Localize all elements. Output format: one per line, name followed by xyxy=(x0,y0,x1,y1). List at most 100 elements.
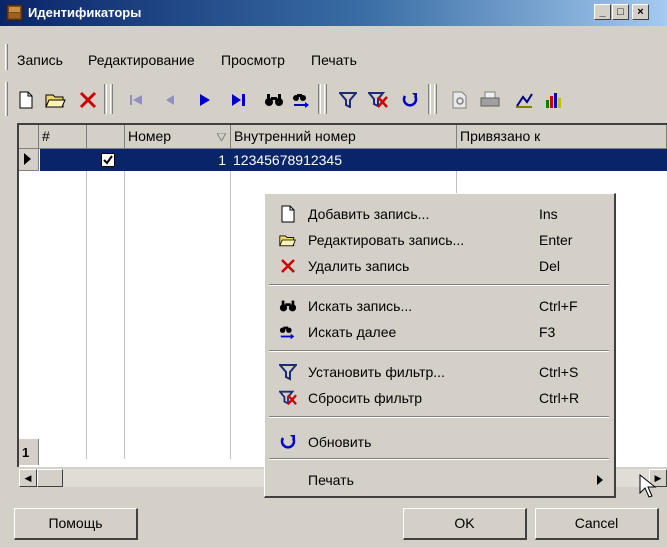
last-record-button[interactable] xyxy=(226,88,250,112)
application-window: Идентификаторы _ □ × Запись Редактирован… xyxy=(0,0,667,547)
menu-item-label: Установить фильтр... xyxy=(308,364,445,380)
menu-item-shortcut: Ins xyxy=(539,206,558,222)
header-number-sign[interactable]: # xyxy=(39,125,87,149)
close-button[interactable]: × xyxy=(632,4,649,20)
header-bound-to[interactable]: Привязано к xyxy=(457,125,667,149)
menu-zapis[interactable]: Запись xyxy=(17,52,63,68)
header-checkbox[interactable] xyxy=(87,125,125,149)
search-button[interactable] xyxy=(262,88,286,112)
next-record-button[interactable] xyxy=(192,88,216,112)
menu-separator xyxy=(269,416,609,418)
edit-record-icon xyxy=(45,94,66,108)
search-icon xyxy=(279,300,297,312)
first-record-button[interactable] xyxy=(124,88,148,112)
menu-item-label: Удалить запись xyxy=(308,258,410,274)
menu-item-shortcut: Del xyxy=(539,258,561,274)
delete-record-icon xyxy=(281,259,295,273)
menu-item-label: Печать xyxy=(308,472,354,488)
menu-item-set-filter[interactable]: Установить фильтр... Ctrl+S xyxy=(265,360,613,384)
checkmark-icon xyxy=(103,155,113,165)
last-record-icon xyxy=(232,94,245,106)
edit-record-icon xyxy=(279,235,296,247)
new-record-button[interactable] xyxy=(14,88,38,112)
menu-separator xyxy=(269,350,609,352)
edit-record-button[interactable] xyxy=(44,88,68,112)
ok-button[interactable]: OK xyxy=(403,508,527,540)
clear-filter-icon xyxy=(368,92,388,108)
toolbar-grip-3[interactable] xyxy=(324,84,327,114)
menu-item-search-next[interactable]: Искать далее F3 xyxy=(265,320,613,344)
menu-item-search-record[interactable]: Искать запись... Ctrl+F xyxy=(265,294,613,318)
toolbar-grip-4[interactable] xyxy=(434,84,437,114)
sort-descending-icon xyxy=(217,133,226,141)
chart-edit-icon xyxy=(516,93,533,108)
cell-internal-number: 12345678912345 xyxy=(233,152,343,168)
title-bar[interactable]: Идентификаторы _ □ × xyxy=(0,0,667,26)
window-title: Идентификаторы xyxy=(28,5,142,20)
toolbar-separator-2 xyxy=(318,84,321,114)
menu-item-label: Искать запись... xyxy=(308,298,413,314)
mouse-cursor-icon xyxy=(639,474,657,498)
menu-separator xyxy=(269,284,609,286)
chart-button[interactable] xyxy=(542,88,566,112)
delete-record-button[interactable] xyxy=(76,88,100,112)
filter-button[interactable] xyxy=(336,88,360,112)
menu-item-add-record[interactable]: Добавить запись... Ins xyxy=(265,202,613,226)
toolbar-separator-3 xyxy=(428,84,431,114)
menu-item-edit-record[interactable]: Редактировать запись... Enter xyxy=(265,228,613,252)
header-nomer[interactable]: Номер xyxy=(125,125,231,149)
context-menu[interactable]: Добавить запись... Ins Редактировать зап… xyxy=(264,193,616,498)
new-record-icon xyxy=(19,91,33,109)
table-row[interactable]: 1 12345678912345 xyxy=(40,149,667,171)
print-button[interactable] xyxy=(478,88,502,112)
row-indicator[interactable] xyxy=(19,149,39,171)
menu-redaktirovanie[interactable]: Редактирование xyxy=(88,52,195,68)
menu-item-shortcut: F3 xyxy=(539,324,556,340)
menu-pechat[interactable]: Печать xyxy=(311,52,357,68)
column-divider xyxy=(230,149,231,459)
menu-item-label: Редактировать запись... xyxy=(308,232,465,248)
menu-item-label: Искать далее xyxy=(308,324,397,340)
help-button[interactable]: Помощь xyxy=(14,508,138,540)
scroll-thumb[interactable] xyxy=(37,469,63,487)
menu-prosmotr[interactable]: Просмотр xyxy=(221,52,285,68)
refresh-button[interactable] xyxy=(398,88,422,112)
menu-item-label: Сбросить фильтр xyxy=(308,390,423,406)
toolbar-grip[interactable] xyxy=(5,82,8,116)
first-record-icon xyxy=(130,95,142,105)
row-checkbox[interactable] xyxy=(101,153,115,167)
scroll-left-button[interactable]: ◀ xyxy=(19,469,37,487)
prev-record-button[interactable] xyxy=(158,88,182,112)
toolbar-grip-2[interactable] xyxy=(110,84,113,114)
maximize-button[interactable]: □ xyxy=(612,4,629,20)
current-row-arrow-icon xyxy=(24,153,31,165)
filter-icon xyxy=(279,364,297,381)
menubar-grip[interactable] xyxy=(5,44,8,70)
menu-item-print[interactable]: Печать xyxy=(265,468,613,492)
menu-item-refresh[interactable]: Обновить xyxy=(265,430,613,454)
clear-filter-button[interactable] xyxy=(366,88,390,112)
record-count: 1 xyxy=(19,439,39,465)
prev-record-icon xyxy=(166,95,174,105)
menu-item-clear-filter[interactable]: Сбросить фильтр Ctrl+R xyxy=(265,386,613,410)
cell-number: 1 xyxy=(218,152,226,168)
header-row-indicator xyxy=(19,125,39,149)
search-next-icon xyxy=(279,326,295,340)
chart-icon xyxy=(546,93,561,108)
menu-item-delete-record[interactable]: Удалить запись Del xyxy=(265,254,613,278)
submenu-arrow-icon xyxy=(597,475,603,485)
scroll-left-icon: ◀ xyxy=(24,473,32,483)
minimize-button[interactable]: _ xyxy=(594,4,611,20)
refresh-icon xyxy=(402,93,418,107)
search-next-button[interactable] xyxy=(290,88,314,112)
print-preview-button[interactable] xyxy=(448,88,472,112)
menu-item-shortcut: Ctrl+R xyxy=(539,390,580,406)
clear-filter-icon xyxy=(279,390,297,406)
filter-icon xyxy=(339,92,357,108)
maximize-icon: □ xyxy=(617,6,624,18)
cancel-button[interactable]: Cancel xyxy=(535,508,659,540)
header-internal-number[interactable]: Внутренний номер xyxy=(231,125,457,149)
chart-edit-button[interactable] xyxy=(512,88,536,112)
column-divider xyxy=(86,149,87,459)
delete-record-icon xyxy=(79,91,97,109)
